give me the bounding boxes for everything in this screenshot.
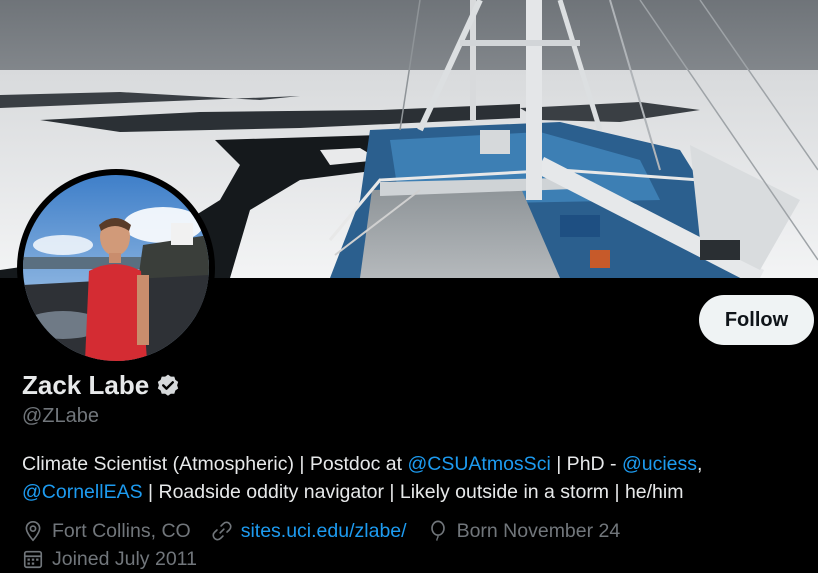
profile-handle: @ZLabe — [22, 405, 100, 427]
bio-text: Climate Scientist (Atmospheric) | Postdo… — [22, 453, 408, 475]
birthday-text: Born November 24 — [456, 519, 621, 542]
balloon-icon — [430, 520, 445, 541]
display-name: Zack Labe — [22, 370, 150, 400]
bio-text: , — [697, 453, 703, 475]
joined-text: Joined July 2011 — [52, 547, 197, 570]
mention-link[interactable]: @uciess — [622, 453, 697, 475]
website-item[interactable]: sites.uci.edu/zlabe/ — [211, 520, 407, 543]
verified-badge-icon[interactable] — [155, 373, 181, 399]
website-link[interactable]: sites.uci.edu/zlabe/ — [241, 520, 407, 543]
location-text: Fort Collins, CO — [52, 519, 191, 542]
profile-bio: Climate Scientist (Atmospheric) | Postdo… — [22, 450, 812, 506]
link-icon — [212, 521, 232, 541]
bio-text: | PhD - — [550, 453, 622, 475]
calendar-icon — [23, 550, 43, 569]
birthday-item: Born November 24 — [427, 519, 621, 543]
avatar-photo — [23, 175, 209, 361]
profile-avatar[interactable] — [17, 169, 215, 367]
location-item: Fort Collins, CO — [22, 520, 191, 543]
profile-meta: Fort Collins, CO sites.uci.edu/zlabe/ Bo… — [22, 517, 812, 573]
joined-item: Joined July 2011 — [22, 548, 197, 571]
profile-name-row: Zack Labe — [22, 370, 181, 401]
bio-text: | Roadside oddity navigator | Likely out… — [142, 481, 684, 503]
mention-link[interactable]: @CornellEAS — [22, 481, 143, 503]
follow-button[interactable]: Follow — [699, 295, 814, 345]
mention-link[interactable]: @CSUAtmosSci — [407, 453, 550, 475]
location-pin-icon — [25, 521, 41, 542]
